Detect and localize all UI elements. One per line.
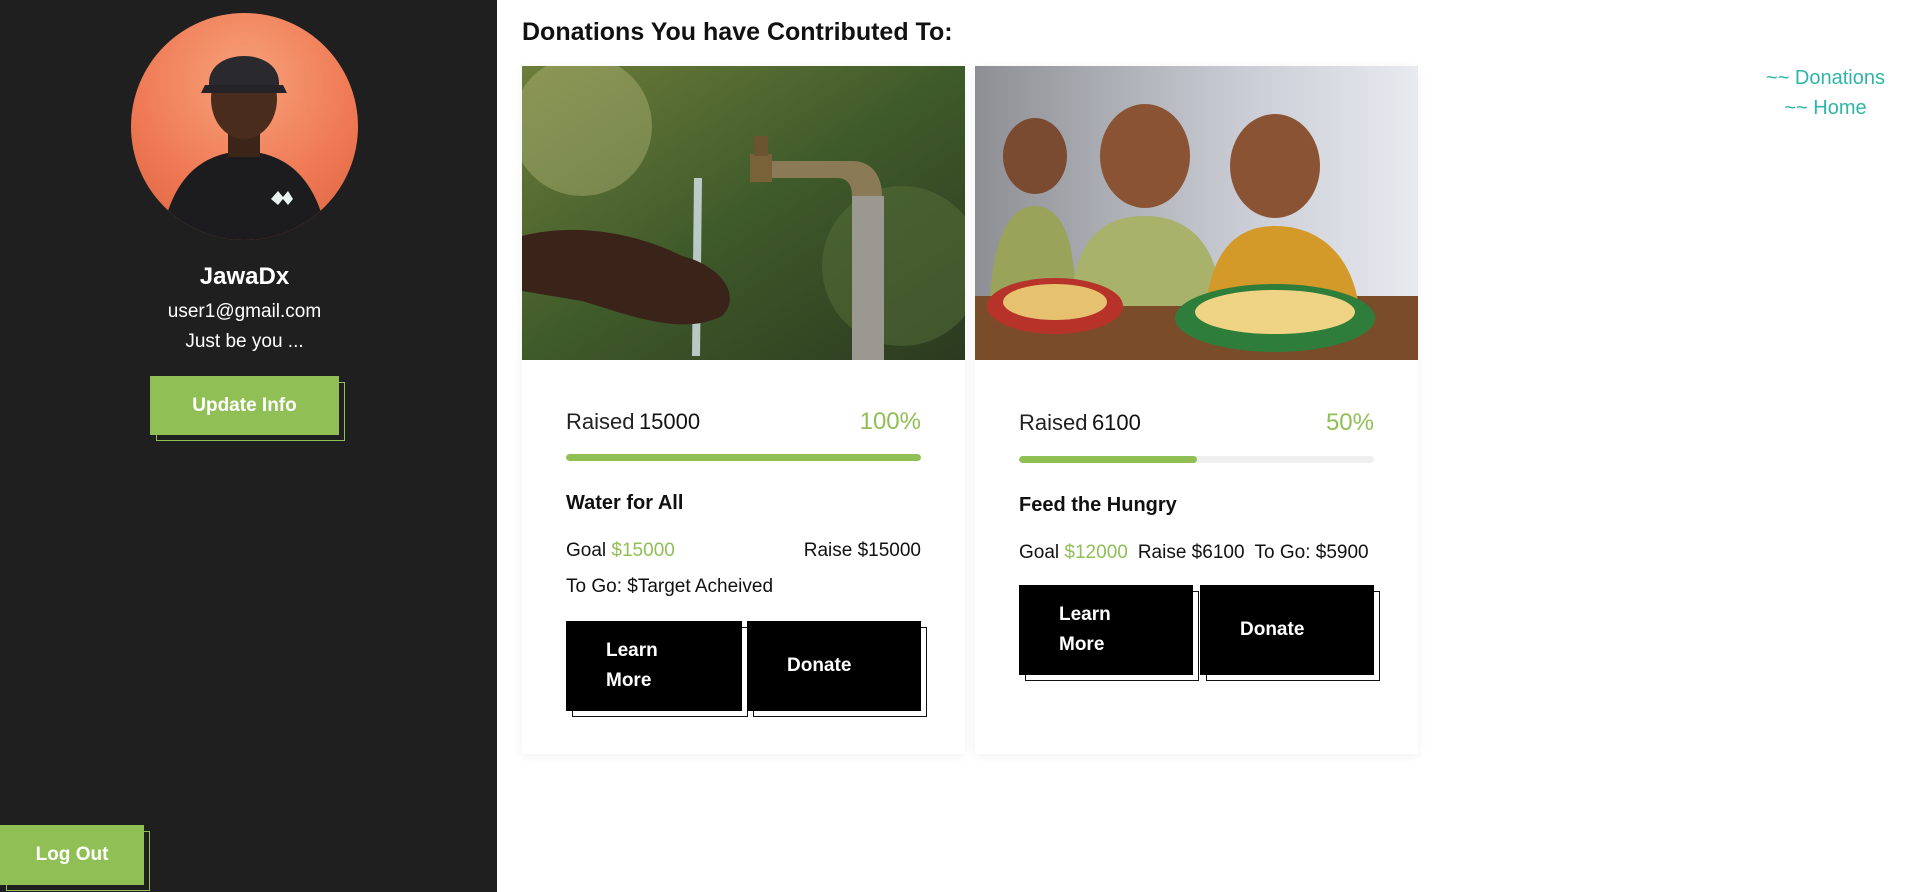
donation-card: Raised 15000 100% Water for All Goal $15… <box>522 66 965 754</box>
update-info-button[interactable]: Update Info <box>150 376 345 441</box>
donate-button[interactable]: Donate <box>747 621 927 717</box>
learn-more-label: Learn More <box>1019 585 1193 675</box>
donate-button[interactable]: Donate <box>1200 585 1380 681</box>
percent-funded: 50% <box>1325 409 1374 436</box>
logout-label: Log Out <box>0 825 144 885</box>
progress-bar <box>566 454 921 461</box>
raise-text: Raise $6100 <box>1137 542 1245 563</box>
raised-row: Raised 15000 100% <box>566 408 921 436</box>
page-title: Donations You have Contributed To: <box>522 18 953 46</box>
to-go-text: To Go: $5900 <box>1254 542 1369 563</box>
raised-label: Raised <box>566 409 635 434</box>
raised-row: Raised 6100 50% <box>1019 409 1374 437</box>
raised-value: 6100 <box>1091 410 1141 435</box>
update-info-label: Update Info <box>150 376 339 435</box>
children-eating-image <box>975 66 1418 360</box>
donation-card: Raised 6100 50% Feed the Hungry Goal $12… <box>975 66 1418 754</box>
user-email: user1@gmail.com <box>167 301 322 322</box>
top-nav: ~~ Donations ~~ Home <box>1766 66 1885 126</box>
nav-link-home[interactable]: ~~ Home <box>1766 96 1885 126</box>
goal-label: Goal <box>1019 542 1060 563</box>
donate-label: Donate <box>747 621 921 711</box>
stat-row: Goal $15000 Raise $15000 <box>566 540 921 562</box>
goal-label: Goal <box>566 540 607 561</box>
logout-button[interactable]: Log Out <box>0 825 150 891</box>
learn-more-button[interactable]: Learn More <box>566 621 748 717</box>
progress-bar <box>1019 456 1374 463</box>
learn-more-button[interactable]: Learn More <box>1019 585 1199 681</box>
person-avatar-icon <box>161 56 328 240</box>
avatar <box>131 13 358 240</box>
stat-row: Goal $12000 Raise $6100 To Go: $5900 <box>1019 542 1374 564</box>
user-name: JawaDx <box>199 263 290 290</box>
raised-label: Raised <box>1019 410 1088 435</box>
progress-fill <box>1019 456 1197 463</box>
to-go-text: To Go: $Target Acheived <box>566 576 774 597</box>
water-tap-image <box>522 66 965 360</box>
learn-more-text: Learn More <box>606 640 658 691</box>
nav-link-donations[interactable]: ~~ Donations <box>1766 66 1885 96</box>
profile-sidebar: JawaDx user1@gmail.com Just be you ... U… <box>0 0 497 892</box>
progress-fill <box>566 454 921 461</box>
percent-funded: 100% <box>859 408 921 435</box>
learn-more-text: Learn More <box>1059 604 1111 655</box>
donate-label: Donate <box>1200 585 1374 675</box>
raise-text: Raise $15000 <box>803 540 921 561</box>
goal-value: $12000 <box>1064 542 1128 563</box>
user-bio: Just be you ... <box>185 331 304 352</box>
raised-value: 15000 <box>638 409 701 434</box>
cause-title: Feed the Hungry <box>1019 494 1177 516</box>
goal-value: $15000 <box>611 540 675 561</box>
cause-title: Water for All <box>566 492 684 514</box>
learn-more-label: Learn More <box>566 621 742 711</box>
